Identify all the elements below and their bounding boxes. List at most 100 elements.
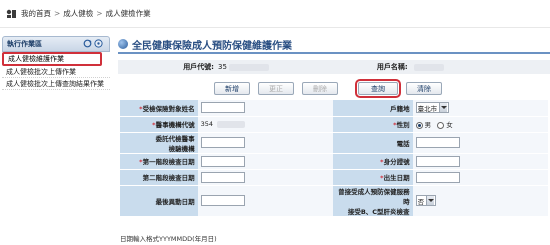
- household-cell: 臺北市: [412, 100, 548, 117]
- doctor-label: 委託代檢醫事: [155, 134, 195, 143]
- sidebar-header-label: 執行作業區: [7, 40, 42, 48]
- birth-date-input[interactable]: [415, 171, 460, 183]
- household-label-cell: 戶籍地: [332, 100, 413, 117]
- title-bullet-icon: [118, 39, 128, 49]
- exam1-date-input[interactable]: [200, 155, 245, 167]
- form-row: *受檢保險對象姓名 戶籍地 臺北市: [120, 100, 548, 117]
- sidebar: 執行作業區 成人健檢維護作業 成人健檢批次上傳作業 成人健檢批次上傳查詢結果作業: [0, 36, 112, 90]
- last-exam-label-cell: 最後異動日期: [120, 185, 198, 217]
- doctor-cell: [197, 132, 333, 154]
- sidebar-item-label: 成人健檢批次上傳查詢結果作業: [6, 79, 104, 88]
- hbv-selected-value: 否: [417, 197, 425, 206]
- gender-female-label: 女: [446, 121, 453, 129]
- form-row: 最後異動日期 曾接受成人預防保健服務時 接受B、C型肝炎檢查 否: [120, 185, 548, 217]
- gender-male-label: 男: [424, 121, 432, 129]
- edit-button[interactable]: 更正: [258, 82, 294, 95]
- last-exam-label: 最後異動日期: [155, 197, 195, 206]
- hbv-cell: 否: [412, 185, 548, 217]
- birth-label: 出生日期: [383, 174, 410, 182]
- insured-name-input[interactable]: [200, 102, 245, 114]
- household-selected-value: 臺北市: [417, 104, 438, 113]
- hosp-code-label: 醫事機構代號: [155, 121, 195, 129]
- phone-label-cell: 電話: [332, 132, 413, 154]
- settings-icon[interactable]: [94, 39, 103, 48]
- exam1-cell: [197, 153, 333, 170]
- add-button[interactable]: 新增: [214, 82, 250, 95]
- exam1-label-cell: *第一階段檢查日期: [120, 153, 198, 170]
- sidebar-header: 執行作業區: [2, 36, 110, 52]
- form-row: 第二階段檢查日期 *出生日期: [120, 169, 548, 186]
- breadcrumb-current: 成人健檢作業: [105, 9, 151, 18]
- hbv-label-cell: 曾接受成人預防保健服務時 接受B、C型肝炎檢查: [332, 185, 413, 217]
- user-info-bar: 用戶代號: 35 用戶名稱:: [118, 60, 550, 74]
- doctor-label-line2: 檢驗機構: [168, 144, 195, 153]
- sidebar-item-batch-upload[interactable]: 成人健檢批次上傳作業: [2, 66, 110, 78]
- clear-button[interactable]: 清除: [406, 82, 442, 95]
- sidebar-item-batch-query[interactable]: 成人健檢批次上傳查詢結果作業: [2, 78, 110, 90]
- hosp-code-label-cell: *醫事機構代號: [120, 116, 198, 133]
- date-format-note: 日期輸入格式YYYMMDD(年月日): [120, 235, 217, 243]
- hbv-label-line2: 接受B、C型肝炎檢查: [347, 207, 410, 216]
- main-panel: 全民健康保險成人預防保健維護作業 用戶代號: 35 用戶名稱: 新增 更正 刪除…: [118, 36, 550, 98]
- breadcrumb-separator: >: [54, 9, 61, 18]
- user-code-value: 35: [218, 63, 227, 71]
- sidebar-item-label: 成人健檢批次上傳作業: [6, 67, 76, 76]
- gender-label: 性別: [396, 121, 410, 129]
- toolbar: 新增 更正 刪除 查詢 清除: [118, 78, 550, 98]
- id-input[interactable]: [415, 155, 460, 167]
- user-code-label: 用戶代號:: [183, 63, 214, 71]
- birth-label-cell: *出生日期: [332, 169, 413, 186]
- chevron-down-icon: [426, 196, 435, 205]
- gender-female-radio[interactable]: [437, 121, 445, 129]
- insured-name-cell: [197, 100, 333, 117]
- phone-input[interactable]: [415, 137, 460, 148]
- exam2-date-input[interactable]: [200, 171, 245, 183]
- refresh-icon[interactable]: [83, 39, 92, 48]
- exam2-label-cell: 第二階段檢查日期: [120, 169, 198, 186]
- form-table: *受檢保險對象姓名 戶籍地 臺北市 *醫事機構代號 354 *性別 男 女 委託…: [120, 100, 548, 217]
- query-button[interactable]: 查詢: [355, 79, 401, 98]
- birth-cell: [412, 169, 548, 186]
- breadcrumb-adult-check[interactable]: 成人健檢: [63, 8, 93, 19]
- hbv-label: 曾接受成人預防保健服務時: [338, 187, 410, 206]
- doctor-label-cell: 委託代檢醫事 檢驗機構: [120, 132, 198, 154]
- form-row: 委託代檢醫事 檢驗機構 電話: [120, 132, 548, 154]
- id-cell: [412, 153, 548, 170]
- sidebar-item-label: 成人健檢維護作業: [8, 55, 64, 63]
- delete-button[interactable]: 刪除: [302, 82, 338, 95]
- sidebar-tools: [83, 39, 103, 48]
- form-row: *第一階段檢查日期 *身分證號: [120, 153, 548, 170]
- breadcrumb-home[interactable]: 我的首頁: [21, 8, 51, 19]
- user-name-label: 用戶名稱:: [376, 63, 408, 71]
- page-title: 全民健康保險成人預防保健維護作業: [118, 36, 550, 54]
- id-label: 身分證號: [383, 158, 410, 166]
- phone-label: 電話: [396, 139, 410, 148]
- phone-cell: [412, 132, 548, 154]
- insured-name-label: 受檢保險對象姓名: [142, 104, 195, 113]
- sidebar-item-maintenance[interactable]: 成人健檢維護作業: [2, 52, 102, 66]
- chevron-down-icon: [439, 103, 448, 113]
- hosp-code-value: 354: [200, 120, 213, 128]
- form-row: *醫事機構代號 354 *性別 男 女: [120, 116, 548, 133]
- household-label: 戶籍地: [390, 104, 410, 113]
- home-icon: [6, 9, 16, 18]
- gender-male-radio[interactable]: [415, 121, 423, 129]
- doctor-input[interactable]: [200, 137, 245, 148]
- household-select[interactable]: 臺北市: [415, 102, 450, 114]
- breadcrumb: 我的首頁 > 成人健檢 > 成人健檢作業: [0, 0, 550, 28]
- breadcrumb-separator: >: [96, 9, 103, 18]
- exam1-label: 第一階段檢查日期: [142, 158, 195, 166]
- last-exam-cell: [197, 185, 333, 217]
- hbv-select[interactable]: 否: [415, 195, 437, 206]
- page-title-text: 全民健康保險成人預防保健維護作業: [132, 40, 292, 52]
- hosp-code-cell: 354: [197, 116, 333, 133]
- gender-label-cell: *性別: [332, 116, 413, 133]
- last-exam-date-input[interactable]: [200, 195, 245, 206]
- user-name-redacted: [413, 63, 444, 71]
- gender-cell: 男 女: [412, 116, 548, 133]
- user-code-redacted: [228, 63, 269, 71]
- exam2-label: 第二階段檢查日期: [142, 174, 195, 182]
- hosp-code-redacted: [217, 120, 246, 128]
- exam2-cell: [197, 169, 333, 186]
- id-label-cell: *身分證號: [332, 153, 413, 170]
